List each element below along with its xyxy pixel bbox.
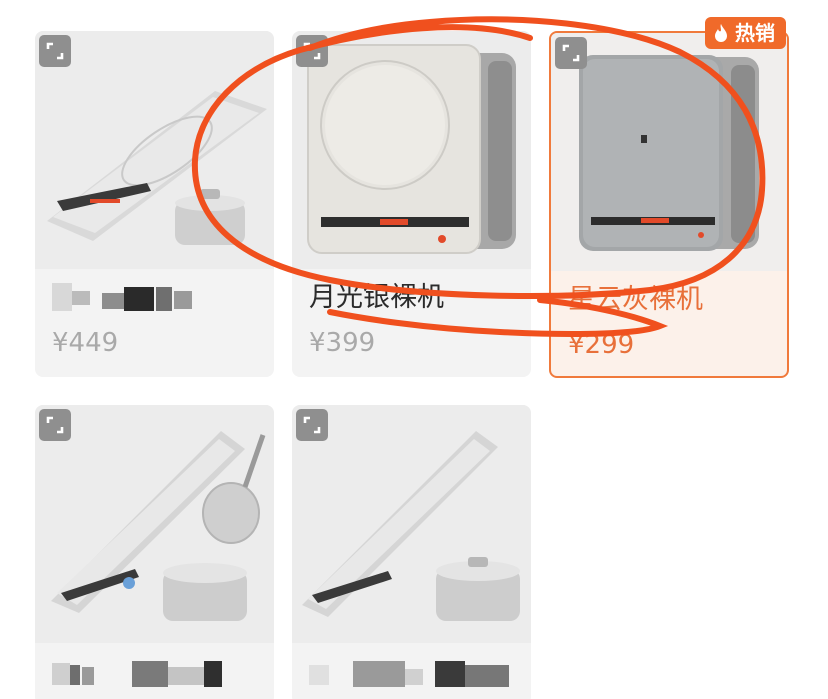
product-price: ¥399 [309,328,376,358]
expand-icon[interactable] [39,409,71,441]
product-title-obscured [52,283,192,313]
product-card-2[interactable]: 月光银裸机 ¥399 [292,31,531,377]
product-title-obscured [309,659,509,689]
product-title: 月光银裸机 [309,282,444,313]
expand-icon[interactable] [555,37,587,69]
expand-icon[interactable] [296,35,328,67]
product-card-3[interactable]: 星云灰裸机 ¥299 [549,31,789,378]
expand-icon[interactable] [39,35,71,67]
expand-icon[interactable] [296,409,328,441]
badge-label: 热销 [735,21,775,45]
product-price: ¥449 [52,328,119,358]
product-title-obscured [52,659,222,689]
product-price: ¥299 [568,330,635,360]
product-card-1[interactable]: ¥449 [35,31,274,377]
flame-icon [713,23,729,48]
hot-sale-badge: 热销 [705,17,786,49]
product-card-5[interactable] [292,405,531,699]
product-title: 星云灰裸机 [568,284,703,315]
product-card-4[interactable] [35,405,274,699]
